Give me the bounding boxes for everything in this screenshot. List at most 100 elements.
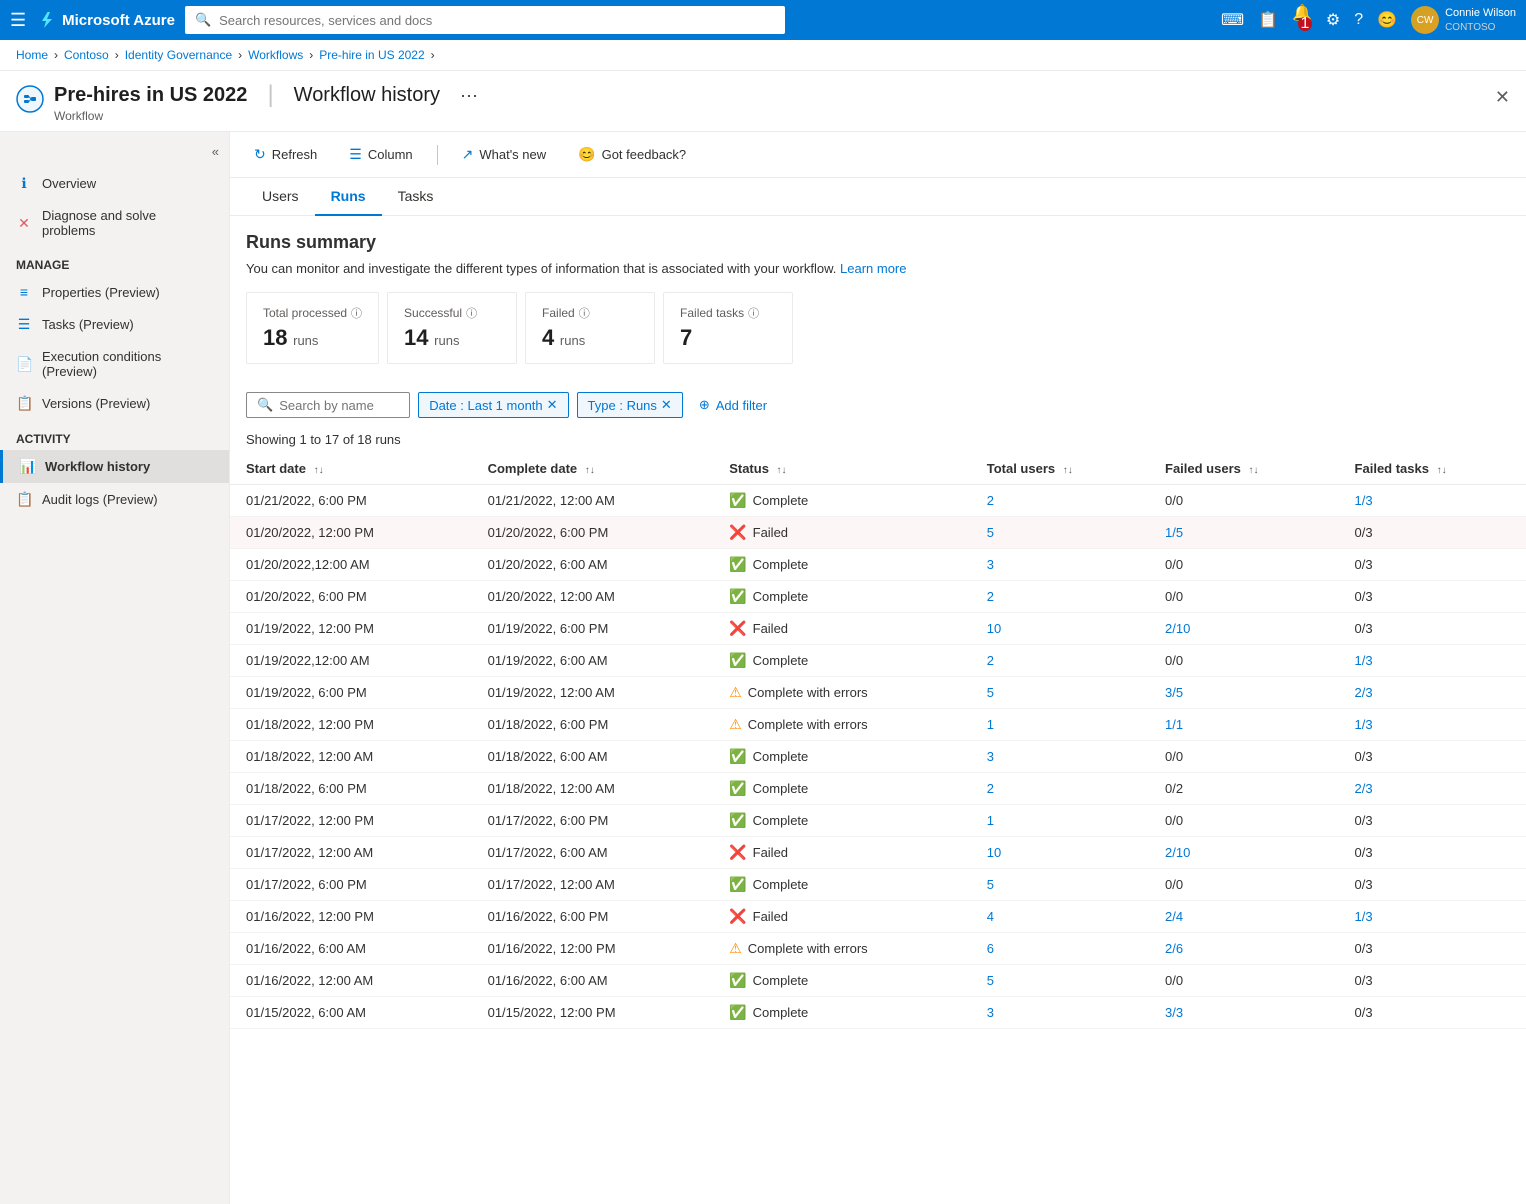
breadcrumb-workflows[interactable]: Workflows — [248, 48, 303, 62]
total-processed-info-icon[interactable]: ⓘ — [351, 305, 362, 321]
failed-tasks-cell[interactable]: 1/3 — [1339, 645, 1526, 677]
failed-users-cell[interactable]: 1/1 — [1149, 709, 1339, 741]
failed-tasks-cell[interactable]: 1/3 — [1339, 709, 1526, 741]
settings-icon[interactable]: ⚙ — [1326, 10, 1340, 30]
failed-users-cell[interactable]: 2/6 — [1149, 933, 1339, 965]
total-users-cell[interactable]: 5 — [971, 677, 1149, 709]
failed-tasks-cell[interactable]: 2/3 — [1339, 773, 1526, 805]
failed-users-link[interactable]: 1/1 — [1165, 717, 1183, 732]
sidebar-item-execution[interactable]: 📄 Execution conditions (Preview) — [0, 341, 229, 387]
failed-users-cell[interactable]: 0/0 — [1149, 869, 1339, 901]
whats-new-button[interactable]: ↗ What's new — [454, 142, 555, 167]
failed-tasks-cell[interactable]: 2/3 — [1339, 677, 1526, 709]
total-users-cell[interactable]: 10 — [971, 837, 1149, 869]
failed-tasks-cell[interactable]: 1/3 — [1339, 901, 1526, 933]
total-users-cell[interactable]: 3 — [971, 997, 1149, 1029]
col-failed-users[interactable]: Failed users ↑↓ — [1149, 453, 1339, 485]
breadcrumb-pre-hire[interactable]: Pre-hire in US 2022 — [319, 48, 424, 62]
total-users-link[interactable]: 5 — [987, 973, 994, 988]
failed-users-link[interactable]: 3/5 — [1165, 685, 1183, 700]
failed-tasks-cell[interactable]: 1/3 — [1339, 485, 1526, 517]
sidebar-item-workflow-history[interactable]: 📊 Workflow history — [0, 450, 229, 483]
failed-users-cell[interactable]: 1/5 — [1149, 517, 1339, 549]
total-users-link[interactable]: 2 — [987, 781, 994, 796]
total-users-link[interactable]: 4 — [987, 909, 994, 924]
total-users-cell[interactable]: 6 — [971, 933, 1149, 965]
failed-users-link[interactable]: 2/10 — [1165, 621, 1190, 636]
failed-users-cell[interactable]: 0/0 — [1149, 549, 1339, 581]
total-users-cell[interactable]: 5 — [971, 869, 1149, 901]
portal-settings-icon[interactable]: 📋 — [1258, 10, 1278, 30]
failed-tasks-info-icon[interactable]: ⓘ — [748, 305, 759, 321]
total-users-link[interactable]: 6 — [987, 941, 994, 956]
total-users-cell[interactable]: 1 — [971, 805, 1149, 837]
total-users-link[interactable]: 3 — [987, 1005, 994, 1020]
failed-users-link[interactable]: 2/4 — [1165, 909, 1183, 924]
failed-tasks-cell[interactable]: 0/3 — [1339, 581, 1526, 613]
total-users-cell[interactable]: 10 — [971, 613, 1149, 645]
total-users-cell[interactable]: 4 — [971, 901, 1149, 933]
total-users-link[interactable]: 10 — [987, 845, 1001, 860]
failed-tasks-link[interactable]: 2/3 — [1355, 685, 1373, 700]
search-by-name-input[interactable] — [279, 398, 399, 413]
add-filter-button[interactable]: ⊕ Add filter — [691, 393, 775, 417]
failed-users-link[interactable]: 3/3 — [1165, 1005, 1183, 1020]
type-filter-close-icon[interactable]: ✕ — [661, 397, 672, 413]
collapse-icon[interactable]: « — [212, 144, 219, 159]
total-users-cell[interactable]: 2 — [971, 773, 1149, 805]
total-users-cell[interactable]: 2 — [971, 581, 1149, 613]
sidebar-item-properties[interactable]: ≡ Properties (Preview) — [0, 276, 229, 308]
sidebar-item-tasks[interactable]: ☰ Tasks (Preview) — [0, 308, 229, 341]
failed-tasks-cell[interactable]: 0/3 — [1339, 869, 1526, 901]
total-users-link[interactable]: 2 — [987, 653, 994, 668]
failed-users-cell[interactable]: 0/0 — [1149, 965, 1339, 997]
failed-tasks-cell[interactable]: 0/3 — [1339, 805, 1526, 837]
notifications-icon[interactable]: 🔔 1 — [1292, 3, 1312, 37]
search-input[interactable] — [219, 13, 775, 28]
failed-users-cell[interactable]: 0/0 — [1149, 805, 1339, 837]
col-total-users[interactable]: Total users ↑↓ — [971, 453, 1149, 485]
total-users-cell[interactable]: 1 — [971, 709, 1149, 741]
feedback-icon[interactable]: 😊 — [1377, 10, 1397, 30]
failed-users-link[interactable]: 2/10 — [1165, 845, 1190, 860]
ellipsis-button[interactable]: ··· — [460, 85, 478, 106]
failed-tasks-link[interactable]: 1/3 — [1355, 909, 1373, 924]
sidebar-item-audit-logs[interactable]: 📋 Audit logs (Preview) — [0, 483, 229, 516]
col-failed-tasks[interactable]: Failed tasks ↑↓ — [1339, 453, 1526, 485]
failed-tasks-link[interactable]: 1/3 — [1355, 653, 1373, 668]
sidebar-toggle[interactable]: « — [0, 140, 229, 167]
total-users-cell[interactable]: 3 — [971, 549, 1149, 581]
close-button[interactable]: ✕ — [1495, 87, 1510, 108]
total-users-link[interactable]: 5 — [987, 685, 994, 700]
total-users-cell[interactable]: 3 — [971, 741, 1149, 773]
failed-users-cell[interactable]: 3/3 — [1149, 997, 1339, 1029]
global-search-bar[interactable]: 🔍 — [185, 6, 785, 34]
date-filter-close-icon[interactable]: ✕ — [547, 397, 558, 413]
failed-users-cell[interactable]: 3/5 — [1149, 677, 1339, 709]
col-status[interactable]: Status ↑↓ — [713, 453, 971, 485]
tab-tasks[interactable]: Tasks — [382, 178, 450, 216]
user-avatar[interactable]: CW Connie Wilson CONTOSO — [1411, 6, 1516, 34]
failed-users-cell[interactable]: 2/10 — [1149, 613, 1339, 645]
col-complete-date[interactable]: Complete date ↑↓ — [472, 453, 714, 485]
failed-info-icon[interactable]: ⓘ — [579, 305, 590, 321]
breadcrumb-contoso[interactable]: Contoso — [64, 48, 109, 62]
sidebar-item-overview[interactable]: ℹ Overview — [0, 167, 229, 200]
failed-tasks-link[interactable]: 2/3 — [1355, 781, 1373, 796]
failed-tasks-cell[interactable]: 0/3 — [1339, 549, 1526, 581]
breadcrumb-identity-governance[interactable]: Identity Governance — [125, 48, 232, 62]
failed-tasks-cell[interactable]: 0/3 — [1339, 965, 1526, 997]
total-users-link[interactable]: 10 — [987, 621, 1001, 636]
failed-tasks-cell[interactable]: 0/3 — [1339, 997, 1526, 1029]
total-users-cell[interactable]: 5 — [971, 517, 1149, 549]
total-users-cell[interactable]: 5 — [971, 965, 1149, 997]
failed-users-cell[interactable]: 0/0 — [1149, 741, 1339, 773]
total-users-link[interactable]: 3 — [987, 749, 994, 764]
failed-tasks-cell[interactable]: 0/3 — [1339, 741, 1526, 773]
help-icon[interactable]: ? — [1354, 11, 1363, 29]
total-users-link[interactable]: 5 — [987, 525, 994, 540]
failed-tasks-link[interactable]: 1/3 — [1355, 717, 1373, 732]
failed-users-cell[interactable]: 0/0 — [1149, 581, 1339, 613]
total-users-link[interactable]: 2 — [987, 589, 994, 604]
failed-tasks-link[interactable]: 1/3 — [1355, 493, 1373, 508]
